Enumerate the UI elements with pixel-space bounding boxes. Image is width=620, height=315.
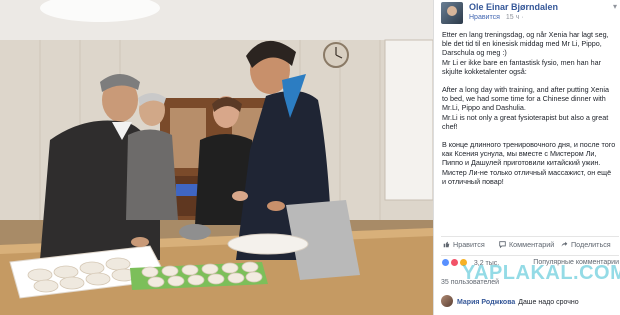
comment-item: Мария Роджкова Даше надо срочно — [441, 295, 619, 307]
thumbs-up-icon — [443, 241, 450, 248]
commenter-avatar[interactable] — [441, 295, 453, 307]
post-header: Ole Einar Bjørndalen Нравится 15 ч · ▾ — [441, 2, 617, 26]
commenter-name[interactable]: Мария Роджкова — [457, 299, 515, 306]
post-text: Etter en lang treningsdag, og når Xenia … — [442, 30, 616, 195]
post-meta: Нравится 15 ч · — [469, 14, 524, 21]
like-reaction-icon[interactable] — [441, 258, 450, 267]
comment-icon — [499, 241, 506, 248]
like-page-link[interactable]: Нравится — [469, 14, 500, 21]
post-time[interactable]: 15 ч — [506, 14, 519, 21]
share-icon — [561, 241, 568, 247]
globe-icon: · — [521, 14, 524, 21]
comment-button[interactable]: Комментарий — [499, 240, 554, 249]
comment-text: Даше надо срочно — [518, 299, 579, 306]
like-button[interactable]: Нравится — [443, 240, 485, 249]
author-name[interactable]: Ole Einar Bjørndalen — [469, 2, 558, 12]
post-paragraph-ru: В конце длинного тренировочного дня, и п… — [442, 140, 616, 186]
site-watermark: YAPLAKAL.COM — [462, 262, 620, 284]
love-reaction-icon[interactable] — [449, 258, 459, 267]
post-paragraph-en: After a long day with training, and afte… — [442, 85, 610, 131]
post-actions: Нравится Комментарий Поделиться — [441, 236, 619, 250]
post-photo[interactable] — [0, 0, 433, 315]
share-button[interactable]: Поделиться — [561, 240, 611, 249]
chevron-down-icon[interactable]: ▾ — [613, 2, 617, 11]
author-avatar[interactable] — [441, 2, 463, 24]
post-paragraph-no: Etter en lang treningsdag, og når Xenia … — [442, 30, 609, 76]
kitchen-scene-illustration — [0, 0, 433, 315]
